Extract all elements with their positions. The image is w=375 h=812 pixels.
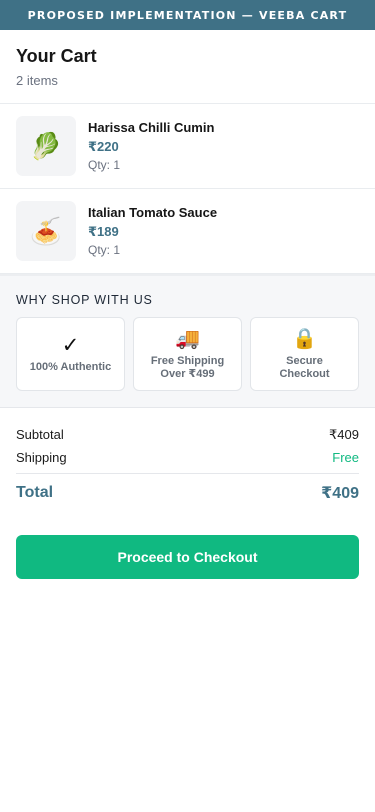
feature-label: 100% Authentic [29, 361, 112, 373]
total-label: Total [16, 484, 54, 501]
checkout-button[interactable]: Proceed to Checkout [16, 535, 359, 579]
cart-item-name: Harissa Chilli Cumin [88, 120, 215, 135]
why-shop-title: WHY SHOP WITH US [16, 293, 153, 307]
leafy-greens-icon: 🥬 [16, 116, 76, 176]
spaghetti-icon: 🍝 [16, 201, 76, 261]
page-title: Your Cart [16, 46, 97, 66]
why-shop-section: WHY SHOP WITH US ✓ 100% Authentic 🚚 Free… [0, 274, 375, 408]
cart-item[interactable]: 🥬 Harissa Chilli Cumin ₹220 Qty: 1 [0, 104, 375, 189]
shipping-value: Free [332, 450, 359, 465]
cart-item-info: Harissa Chilli Cumin ₹220 Qty: 1 [88, 120, 214, 172]
cart-item-list: 🥬 Harissa Chilli Cumin ₹220 Qty: 1 🍝 Ita… [0, 104, 375, 274]
order-summary: Subtotal ₹409 Shipping Free Total ₹409 [0, 408, 375, 512]
feature-cards: ✓ 100% Authentic 🚚 Free Shipping Over ₹4… [16, 317, 359, 391]
shipping-row: Shipping Free [16, 446, 359, 469]
item-count: 2 items [16, 73, 58, 88]
subtotal-value: ₹409 [329, 426, 359, 442]
cart-item-info: Italian Tomato Sauce ₹189 Qty: 1 [88, 205, 217, 257]
shipping-label: Shipping [16, 450, 67, 465]
cart-item-qty: Qty: 1 [88, 243, 121, 257]
feature-card-authentic: ✓ 100% Authentic [16, 317, 125, 391]
cart-item-name: Italian Tomato Sauce [88, 205, 218, 220]
cart-item-price: ₹189 [88, 224, 119, 239]
lock-icon: 🔒 [292, 327, 317, 350]
feature-card-secure-checkout: 🔒 Secure Checkout [250, 317, 359, 391]
cart-item-qty: Qty: 1 [88, 158, 121, 172]
total-row: Total ₹409 [16, 474, 359, 512]
delivery-truck-icon: 🚚 [175, 327, 200, 350]
top-banner: PROPOSED IMPLEMENTATION — VEEBA CART [0, 0, 375, 30]
subtotal-row: Subtotal ₹409 [16, 423, 359, 446]
subtotal-label: Subtotal [16, 427, 64, 442]
cart-item-price: ₹220 [88, 139, 119, 154]
feature-label: Secure Checkout [279, 354, 330, 380]
feature-label: Free Shipping Over ₹499 [150, 354, 225, 380]
checkmark-icon: ✓ [61, 333, 80, 357]
feature-card-free-shipping: 🚚 Free Shipping Over ₹499 [133, 317, 242, 391]
banner-text: PROPOSED IMPLEMENTATION — VEEBA CART [27, 8, 348, 22]
total-value: ₹409 [321, 485, 359, 502]
cart-item[interactable]: 🍝 Italian Tomato Sauce ₹189 Qty: 1 [0, 189, 375, 274]
cart-header: Your Cart 2 items [0, 30, 375, 104]
